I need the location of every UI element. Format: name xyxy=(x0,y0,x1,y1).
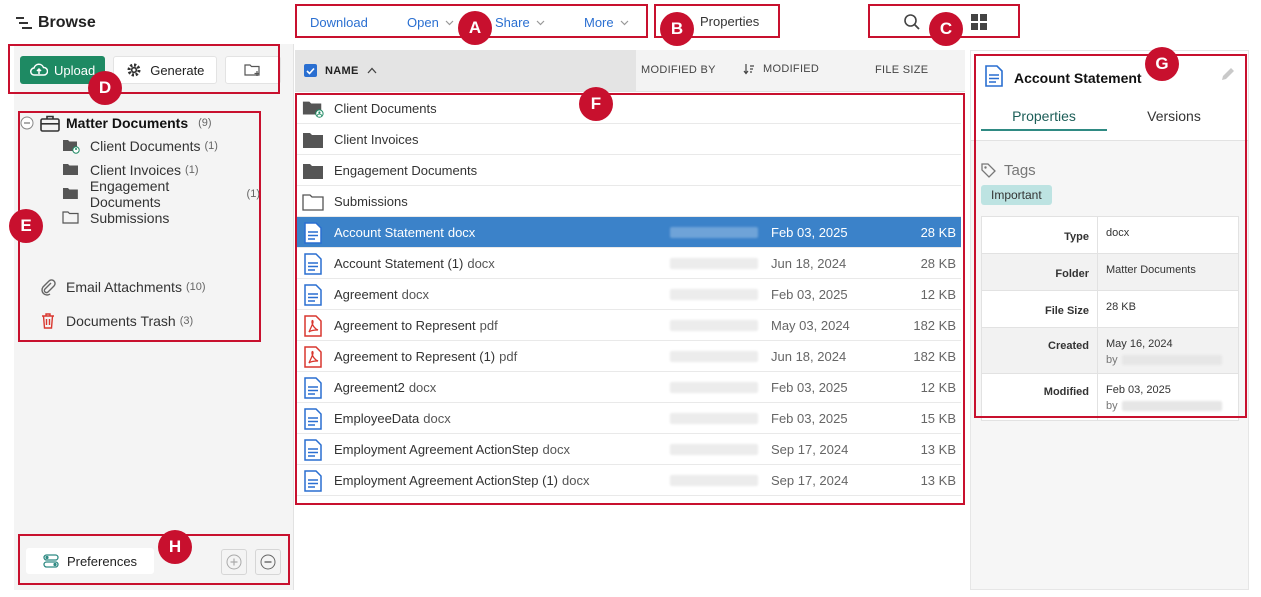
name-header-label: NAME xyxy=(325,64,359,77)
modified-by-column-header[interactable]: MODIFIED BY xyxy=(641,64,716,76)
annotation-box-g xyxy=(974,54,1247,418)
annotation-badge-a: A xyxy=(458,11,492,45)
browse-header[interactable]: Browse xyxy=(16,14,96,32)
name-column-header[interactable]: NAME xyxy=(295,50,636,91)
sort-desc-icon xyxy=(743,64,754,75)
file-size-column-header[interactable]: FILE SIZE xyxy=(875,64,928,76)
annotation-badge-g: G xyxy=(1145,47,1179,81)
annotation-badge-d: D xyxy=(88,71,122,105)
sort-up-icon xyxy=(367,67,377,74)
annotation-badge-e: E xyxy=(9,209,43,243)
file-table-header: NAME MODIFIED BY MODIFIED FILE SIZE xyxy=(295,50,965,92)
annotation-badge-h: H xyxy=(158,530,192,564)
modified-header-label: MODIFIED xyxy=(763,63,820,75)
tree-list-icon xyxy=(16,17,32,29)
annotation-box-e xyxy=(18,111,261,342)
annotation-badge-b: B xyxy=(660,12,694,46)
annotation-badge-f: F xyxy=(579,87,613,121)
select-all-checkbox[interactable] xyxy=(304,64,317,77)
app-window: Browse Upload Generate Matter Documents(… xyxy=(0,0,1261,597)
modified-column-header[interactable]: MODIFIED xyxy=(743,63,819,75)
check-icon xyxy=(306,67,315,75)
annotation-box-d xyxy=(8,44,280,94)
browse-title-label: Browse xyxy=(38,14,96,31)
annotation-box-f xyxy=(295,93,965,505)
annotation-box-h xyxy=(18,534,290,585)
annotation-badge-c: C xyxy=(929,12,963,46)
